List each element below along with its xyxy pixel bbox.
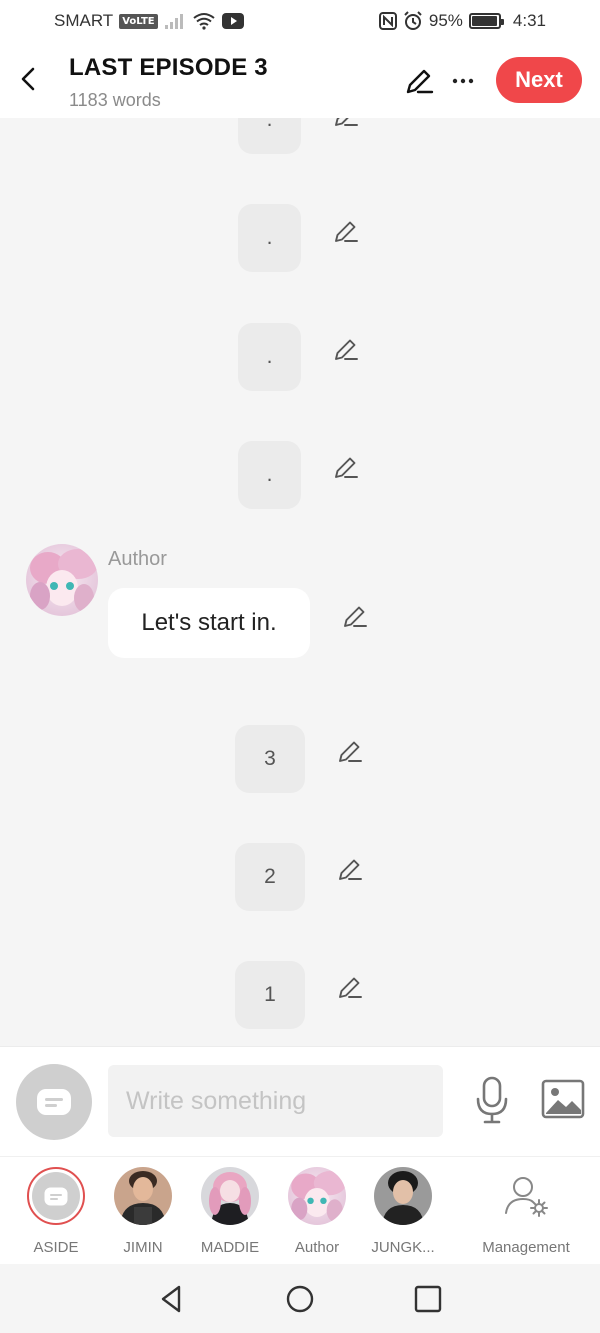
character-jimin[interactable]: JIMIN: [103, 1167, 183, 1256]
character-avatar: [288, 1167, 346, 1225]
status-bar: SMART VoLTE 95% 4:31: [0, 0, 600, 46]
aside-text: .: [266, 345, 273, 368]
circle-home-icon[interactable]: [285, 1284, 315, 1314]
aside-text: .: [266, 226, 273, 249]
aside-text: 3: [264, 747, 276, 770]
management-label: Management: [482, 1239, 570, 1256]
aside-text: 2: [264, 865, 276, 888]
aside-bubble[interactable]: .: [238, 323, 301, 391]
jimin-avatar-image: [114, 1167, 172, 1225]
edit-pencil-icon[interactable]: [333, 336, 359, 362]
aside-chat-icon: [44, 1187, 68, 1205]
aside-text: 1: [264, 983, 276, 1006]
character-avatar: [114, 1167, 172, 1225]
character-jungkook[interactable]: JUNGK...: [363, 1167, 443, 1256]
image-icon[interactable]: [541, 1079, 585, 1119]
character-name: JIMIN: [123, 1239, 163, 1256]
aside-text: .: [266, 463, 273, 486]
maddie-avatar-image: [201, 1167, 259, 1225]
chevron-left-icon: [21, 67, 35, 91]
character-aside[interactable]: ASIDE: [16, 1167, 96, 1256]
wifi-icon: [193, 13, 215, 30]
character-author[interactable]: Author: [277, 1167, 357, 1256]
edit-pencil-icon[interactable]: [333, 218, 359, 244]
aside-avatar-bg: [32, 1172, 80, 1220]
status-right: 95% 4:31: [378, 11, 546, 31]
signal-icon: [164, 14, 183, 29]
author-avatar[interactable]: [26, 544, 98, 616]
battery-icon: [468, 13, 504, 29]
system-nav-bar: [0, 1264, 600, 1333]
message-input-bar: [0, 1046, 600, 1156]
character-maddie[interactable]: MADDIE: [190, 1167, 270, 1256]
aside-bubble[interactable]: .: [238, 118, 301, 154]
aside-text: .: [266, 118, 273, 131]
nfc-icon: [378, 12, 397, 30]
aside-bubble[interactable]: 2: [235, 843, 305, 911]
aside-bubble[interactable]: 3: [235, 725, 305, 793]
carrier-label: SMART: [54, 11, 114, 30]
anime-girl-avatar-image: [26, 544, 98, 616]
status-left: SMART VoLTE: [54, 11, 244, 31]
management-button[interactable]: Management: [476, 1167, 576, 1256]
battery-fill: [471, 16, 497, 26]
edit-title-pencil-icon[interactable]: [404, 66, 434, 96]
more-dots-icon: [452, 78, 474, 84]
aside-bubble[interactable]: .: [238, 204, 301, 272]
character-name: Author: [294, 1239, 340, 1256]
more-options-button[interactable]: [450, 66, 476, 96]
author-name: Author: [108, 548, 167, 570]
volte-badge: VoLTE: [119, 13, 158, 29]
battery-percent: 95%: [428, 11, 463, 30]
edit-pencil-icon[interactable]: [342, 603, 368, 629]
square-recents-icon[interactable]: [413, 1284, 443, 1314]
character-name: MADDIE: [200, 1239, 260, 1256]
clock: 4:31: [512, 11, 546, 30]
character-selector: ASIDE JIMIN MADDIE Author JUNGK... Manag…: [0, 1156, 600, 1264]
character-avatar: [27, 1167, 85, 1225]
triangle-back-icon[interactable]: [157, 1284, 187, 1314]
edit-pencil-icon[interactable]: [337, 974, 363, 1000]
aside-bubble[interactable]: 1: [235, 961, 305, 1029]
chat-area[interactable]: . . . . Author Let's start in. 3 2 1: [0, 118, 600, 1046]
youtube-icon: [221, 13, 244, 29]
edit-pencil-icon[interactable]: [337, 738, 363, 764]
user-gear-icon: [505, 1177, 548, 1217]
back-button[interactable]: [14, 62, 42, 96]
aside-chat-icon: [37, 1089, 71, 1115]
edit-pencil-icon[interactable]: [333, 454, 359, 480]
character-name: ASIDE: [33, 1239, 79, 1256]
app-header: LAST EPISODE 3 1183 words Next: [0, 46, 600, 118]
author-message-bubble[interactable]: Let's start in.: [108, 588, 310, 658]
edit-pencil-icon[interactable]: [333, 118, 359, 128]
edit-pencil-icon[interactable]: [337, 856, 363, 882]
alarm-icon: [404, 11, 422, 30]
next-button[interactable]: Next: [496, 57, 582, 103]
character-name: JUNGK...: [371, 1239, 435, 1256]
character-avatar: [374, 1167, 432, 1225]
character-avatar: [201, 1167, 259, 1225]
management-icon-wrap: [497, 1167, 555, 1225]
page-title: LAST EPISODE 3: [69, 54, 268, 81]
word-count: 1183 words: [69, 90, 161, 110]
jungkook-avatar-image: [374, 1167, 432, 1225]
message-input[interactable]: [108, 1065, 443, 1137]
aside-toggle-button[interactable]: [16, 1064, 92, 1140]
author-message-text: Let's start in.: [141, 609, 277, 636]
microphone-icon[interactable]: [474, 1075, 510, 1125]
aside-bubble[interactable]: .: [238, 441, 301, 509]
anime-girl-avatar-image: [288, 1167, 346, 1225]
